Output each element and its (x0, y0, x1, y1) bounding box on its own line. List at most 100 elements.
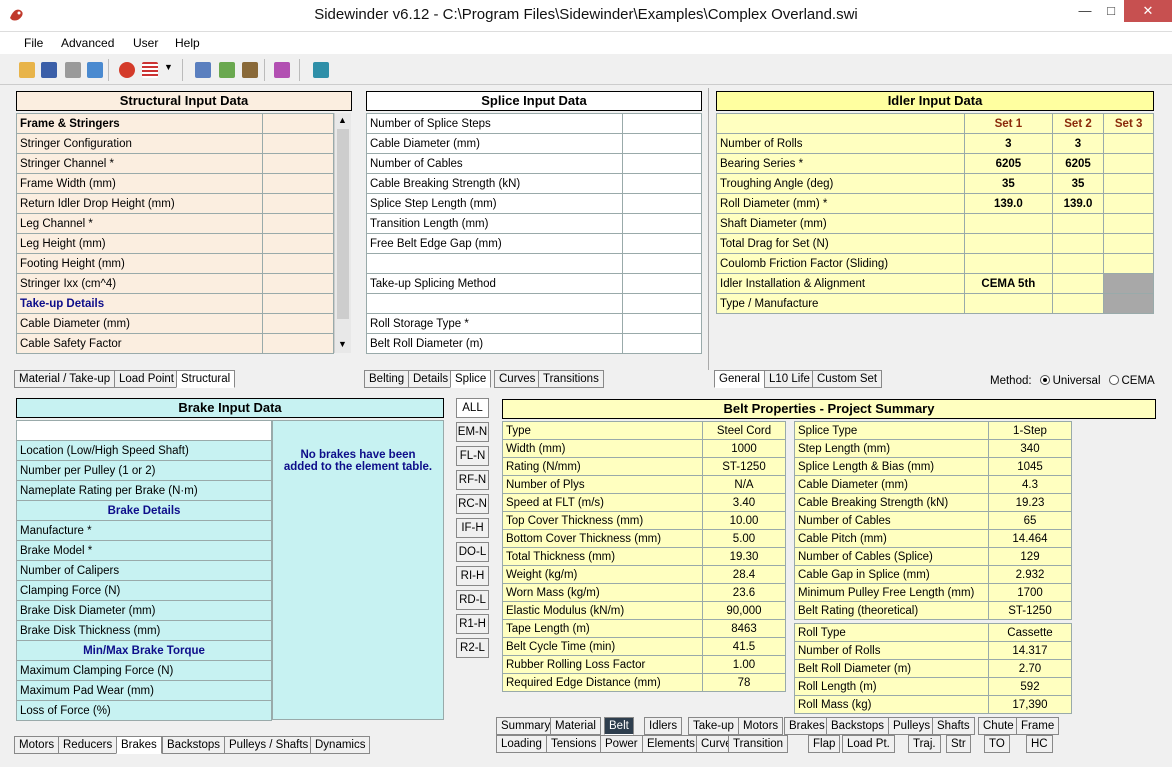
value-cell[interactable] (964, 293, 1053, 314)
calculator-icon[interactable] (310, 59, 330, 79)
value-cell[interactable] (1051, 273, 1105, 294)
tab-brakes[interactable]: Brakes (784, 717, 830, 735)
value-cell[interactable] (262, 233, 334, 254)
value-cell[interactable] (262, 193, 334, 214)
tab-transitions[interactable]: Transitions (538, 370, 604, 388)
value-cell[interactable] (1103, 153, 1154, 174)
info-icon[interactable] (192, 59, 212, 79)
tab-reducers[interactable]: Reducers (58, 736, 118, 754)
menu-file[interactable]: File (24, 36, 43, 50)
value-cell[interactable] (262, 153, 334, 174)
tab-general[interactable]: General (714, 370, 765, 388)
tab-structural[interactable]: Structural (176, 370, 236, 388)
value-cell[interactable] (622, 113, 702, 134)
tab-backstops[interactable]: Backstops (826, 717, 890, 735)
value-cell[interactable] (622, 173, 702, 194)
value-cell[interactable] (262, 333, 334, 354)
calculate-icon[interactable] (116, 59, 136, 79)
tab-to[interactable]: TO (984, 735, 1010, 753)
tab-power[interactable]: Power (600, 735, 643, 753)
value-cell[interactable] (1103, 173, 1154, 194)
value-cell[interactable] (262, 113, 334, 134)
vtab-r2-l[interactable]: R2-L (456, 638, 489, 658)
value-cell[interactable]: 35 (1051, 173, 1105, 194)
value-cell[interactable] (1051, 233, 1105, 254)
value-cell[interactable] (1103, 213, 1154, 234)
value-cell[interactable]: 3 (1051, 133, 1105, 154)
tab-motors[interactable]: Motors (738, 717, 784, 735)
tab-traj-[interactable]: Traj. (908, 735, 941, 753)
tab-backstops[interactable]: Backstops (162, 736, 226, 754)
tab-idlers[interactable]: Idlers (644, 717, 683, 735)
vtab-if-h[interactable]: IF-H (456, 518, 489, 538)
tab-summary[interactable]: Summary (496, 717, 556, 735)
tab-elements[interactable]: Elements (642, 735, 700, 753)
tab-belting[interactable]: Belting (364, 370, 410, 388)
value-cell[interactable] (1103, 253, 1154, 274)
close-icon[interactable]: ✕ (1124, 0, 1172, 22)
scroll-thumb[interactable] (337, 129, 349, 319)
scroll-down-icon[interactable]: ▼ (338, 339, 347, 349)
value-cell[interactable] (622, 273, 702, 294)
value-cell[interactable]: 6205 (1051, 153, 1105, 174)
value-cell[interactable] (262, 213, 334, 234)
tab-shafts[interactable]: Shafts (932, 717, 975, 735)
value-cell[interactable] (622, 313, 702, 334)
value-cell[interactable] (1051, 213, 1105, 234)
tab-str[interactable]: Str (946, 735, 971, 753)
value-cell[interactable] (1051, 253, 1105, 274)
value-cell[interactable] (262, 133, 334, 154)
maximize-icon[interactable]: □ (1098, 0, 1124, 22)
vtab-rf-n[interactable]: RF-N (456, 470, 489, 490)
tab-custom-set[interactable]: Custom Set (812, 370, 883, 388)
value-cell[interactable] (1103, 273, 1154, 294)
dropdown-icon[interactable]: ▼ (160, 59, 174, 79)
open-icon[interactable] (16, 59, 36, 79)
vtab-em-n[interactable]: EM-N (456, 422, 489, 442)
tab-curves[interactable]: Curves (494, 370, 541, 388)
main-icon[interactable] (239, 59, 259, 79)
tab-material[interactable]: Material (550, 717, 601, 735)
scroll-up-icon[interactable]: ▲ (338, 115, 347, 125)
print-icon[interactable] (62, 59, 82, 79)
value-cell[interactable] (622, 293, 702, 314)
tab-load-pt-[interactable]: Load Pt. (842, 735, 895, 753)
vtab-do-l[interactable]: DO-L (456, 542, 489, 562)
value-cell[interactable] (622, 233, 702, 254)
structural-scrollbar[interactable]: ▲ ▼ (334, 113, 351, 353)
value-cell[interactable]: 139.0 (964, 193, 1053, 214)
menu-help[interactable]: Help (175, 36, 200, 50)
geometry-icon[interactable] (216, 59, 236, 79)
value-cell[interactable]: 6205 (964, 153, 1053, 174)
value-cell[interactable] (622, 153, 702, 174)
value-cell[interactable] (1103, 293, 1154, 314)
minimize-icon[interactable]: — (1072, 0, 1098, 22)
value-cell[interactable] (262, 293, 334, 314)
value-cell[interactable] (262, 253, 334, 274)
value-cell[interactable] (964, 253, 1053, 274)
vtab-fl-n[interactable]: FL-N (456, 446, 489, 466)
tab-splice[interactable]: Splice (450, 370, 492, 388)
tab-loading[interactable]: Loading (496, 735, 547, 753)
tab-take-up[interactable]: Take-up (688, 717, 739, 735)
value-cell[interactable] (262, 173, 334, 194)
report-icon[interactable] (271, 59, 291, 79)
value-cell[interactable] (1051, 293, 1105, 314)
tab-hc[interactable]: HC (1026, 735, 1053, 753)
vtab-r1-h[interactable]: R1-H (456, 614, 489, 634)
tab-details[interactable]: Details (408, 370, 454, 388)
value-cell[interactable] (622, 193, 702, 214)
tab-chute[interactable]: Chute (978, 717, 1019, 735)
tab-belt[interactable]: Belt (604, 717, 634, 735)
tab-tensions[interactable]: Tensions (546, 735, 602, 753)
vtab-ri-h[interactable]: RI-H (456, 566, 489, 586)
value-cell[interactable]: 3 (964, 133, 1053, 154)
value-cell[interactable] (622, 253, 702, 274)
value-cell[interactable]: 139.0 (1051, 193, 1105, 214)
value-cell[interactable] (262, 273, 334, 294)
value-cell[interactable] (622, 133, 702, 154)
value-cell[interactable] (262, 313, 334, 334)
value-cell[interactable] (622, 213, 702, 234)
tab-pulleys[interactable]: Pulleys (888, 717, 936, 735)
menu-advanced[interactable]: Advanced (61, 36, 114, 50)
